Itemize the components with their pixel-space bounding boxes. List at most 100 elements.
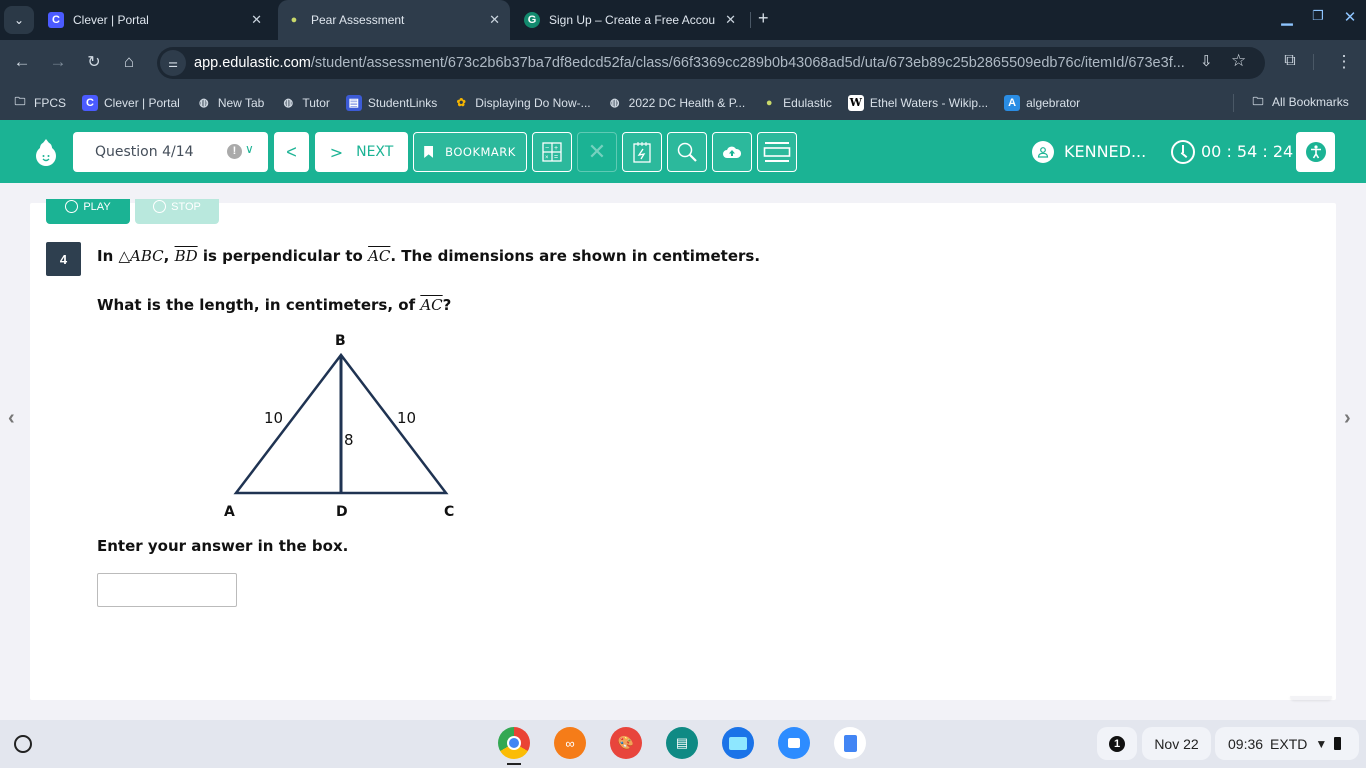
files-icon[interactable]: [722, 727, 754, 759]
restore-button[interactable]: ❐: [1306, 8, 1330, 24]
bookmark-label: FPCS: [34, 95, 67, 110]
triangle-expression: △ABC: [118, 247, 164, 265]
close-tab-icon[interactable]: ✕: [489, 12, 500, 28]
new-tab-button[interactable]: +: [758, 8, 769, 29]
play-label: PLAY: [83, 200, 111, 213]
minimize-button[interactable]: ▁: [1275, 8, 1299, 26]
status-tray[interactable]: 09:36 EXTD ▼: [1215, 727, 1359, 760]
folder-icon: 🗀: [1252, 95, 1264, 108]
next-button[interactable]: > NEXT: [315, 132, 408, 172]
accessibility-icon: [1305, 142, 1326, 162]
infinity-app-icon[interactable]: ∞: [554, 727, 586, 759]
date-tray[interactable]: Nov 22: [1142, 727, 1211, 760]
bookmark-label: BOOKMARK: [445, 145, 516, 159]
question-prompt: What is the length, in centimeters, of A…: [97, 296, 451, 314]
zoom-icon[interactable]: [778, 727, 810, 759]
docs-icon[interactable]: [834, 727, 866, 759]
answer-input[interactable]: [97, 573, 237, 607]
tab-strip: ⌄ C Clever | Portal ✕ ● Pear Assessment …: [0, 0, 1366, 40]
bookmark-label: New Tab: [217, 95, 265, 110]
grammarly-icon: G: [524, 12, 540, 28]
wikipedia-icon: W: [847, 94, 864, 111]
line-reader-icon: [763, 142, 791, 162]
bookmark-flag-icon: [424, 146, 434, 158]
stem-text: . The dimensions are shown in centimeter…: [390, 247, 761, 265]
play-button[interactable]: PLAY: [46, 199, 130, 224]
magnifier-icon: [677, 142, 697, 162]
bookmark-studentlinks[interactable]: ▤ StudentLinks: [345, 94, 437, 111]
svg-text:−: −: [545, 145, 549, 152]
bookmark-algebrator[interactable]: Aalgebrator: [1004, 94, 1081, 111]
bookmark-dc-health[interactable]: ◍ 2022 DC Health & P...: [607, 95, 745, 111]
close-window-button[interactable]: ✕: [1338, 8, 1362, 26]
next-question-arrow[interactable]: ›: [1344, 407, 1351, 430]
bookmarks-divider: [1233, 94, 1234, 112]
bookmark-displaying-do-now[interactable]: ✿ Displaying Do Now-...: [453, 95, 591, 111]
close-tab-icon[interactable]: ✕: [251, 12, 262, 28]
close-tab-icon[interactable]: ✕: [725, 12, 736, 28]
chevron-right-icon: >: [329, 142, 344, 162]
line-reader-button[interactable]: [757, 132, 797, 172]
bookmark-label: algebrator: [1026, 95, 1081, 110]
forward-button[interactable]: →: [47, 52, 69, 72]
clever-icon: C: [48, 12, 64, 28]
chrome-icon[interactable]: [498, 727, 530, 759]
bookmark-label: Displaying Do Now-...: [475, 95, 591, 110]
reload-button[interactable]: ↻: [83, 52, 105, 72]
tab-clever[interactable]: C Clever | Portal ✕: [40, 0, 272, 40]
classroom-icon[interactable]: ▤: [666, 727, 698, 759]
battery-icon: [1334, 737, 1342, 750]
bookmark-star-icon[interactable]: ☆: [1231, 51, 1246, 71]
tab-pear-assessment[interactable]: ● Pear Assessment ✕: [278, 0, 510, 40]
bookmark-fpcs[interactable]: 🗀 FPCS: [12, 95, 67, 111]
tab-divider: [750, 12, 751, 28]
status-text: EXTD: [1270, 735, 1308, 752]
tab-search-button[interactable]: ⌄: [4, 6, 34, 34]
tab-title: Pear Assessment: [311, 13, 405, 27]
bookmark-tutor[interactable]: ◍ Tutor: [280, 95, 330, 111]
bookmark-button[interactable]: BOOKMARK: [413, 132, 527, 172]
altitude-bd-label: 8: [344, 431, 354, 449]
stem-text: ,: [163, 247, 175, 265]
bookmark-clever[interactable]: C Clever | Portal: [82, 94, 180, 111]
vertex-a-label: A: [224, 504, 235, 520]
answer-eliminator-button[interactable]: ✕: [577, 132, 617, 172]
svg-text:×: ×: [545, 155, 549, 161]
menu-kebab-icon[interactable]: ⋮: [1333, 52, 1355, 72]
bookmark-edulastic[interactable]: ● Edulastic: [761, 95, 832, 111]
bookmark-new-tab[interactable]: ◍ New Tab: [196, 95, 264, 111]
previous-button[interactable]: <: [274, 132, 309, 172]
segment-bd: BD: [174, 247, 198, 265]
extensions-icon[interactable]: ⧉: [1279, 52, 1301, 70]
scroll-tab: [1290, 696, 1332, 700]
accessibility-button[interactable]: [1296, 132, 1335, 172]
user-name[interactable]: KENNED...: [1064, 142, 1146, 161]
paint-icon[interactable]: 🎨: [610, 727, 642, 759]
tab-sign-up[interactable]: G Sign Up – Create a Free Accou ✕: [516, 0, 746, 40]
install-app-icon[interactable]: ⇩: [1200, 52, 1213, 70]
launcher-button[interactable]: [14, 735, 32, 753]
magnifier-button[interactable]: [667, 132, 707, 172]
previous-question-arrow[interactable]: ‹: [8, 407, 15, 430]
vertex-c-label: C: [444, 504, 454, 520]
scratchpad-button[interactable]: [622, 132, 662, 172]
question-select[interactable]: Question 4/14 ! ∨: [73, 132, 268, 172]
chevron-down-icon: ∨: [245, 142, 254, 156]
stop-button[interactable]: STOP: [135, 199, 219, 224]
alert-icon: !: [227, 144, 242, 159]
notification-tray[interactable]: 1: [1097, 727, 1137, 760]
upload-button[interactable]: [712, 132, 752, 172]
back-button[interactable]: ←: [11, 52, 33, 72]
all-bookmarks-button[interactable]: 🗀 All Bookmarks: [1250, 94, 1349, 110]
user-avatar-icon: [1032, 141, 1054, 163]
url-text[interactable]: app.edulastic.com/student/assessment/673…: [194, 55, 1184, 71]
stop-label: STOP: [171, 200, 201, 213]
bookmark-ethel-waters[interactable]: W Ethel Waters - Wikip...: [847, 94, 988, 111]
calculator-button[interactable]: − + × =: [532, 132, 572, 172]
question-select-value: Question 4/14: [95, 144, 194, 160]
address-bar[interactable]: ⚌ app.edulastic.com/student/assessment/6…: [157, 47, 1265, 79]
home-button[interactable]: ⌂: [118, 52, 140, 72]
clock-icon: [1171, 140, 1195, 164]
prompt-text: What is the length, in centimeters, of: [97, 296, 421, 314]
site-info-icon[interactable]: ⚌: [160, 50, 186, 76]
